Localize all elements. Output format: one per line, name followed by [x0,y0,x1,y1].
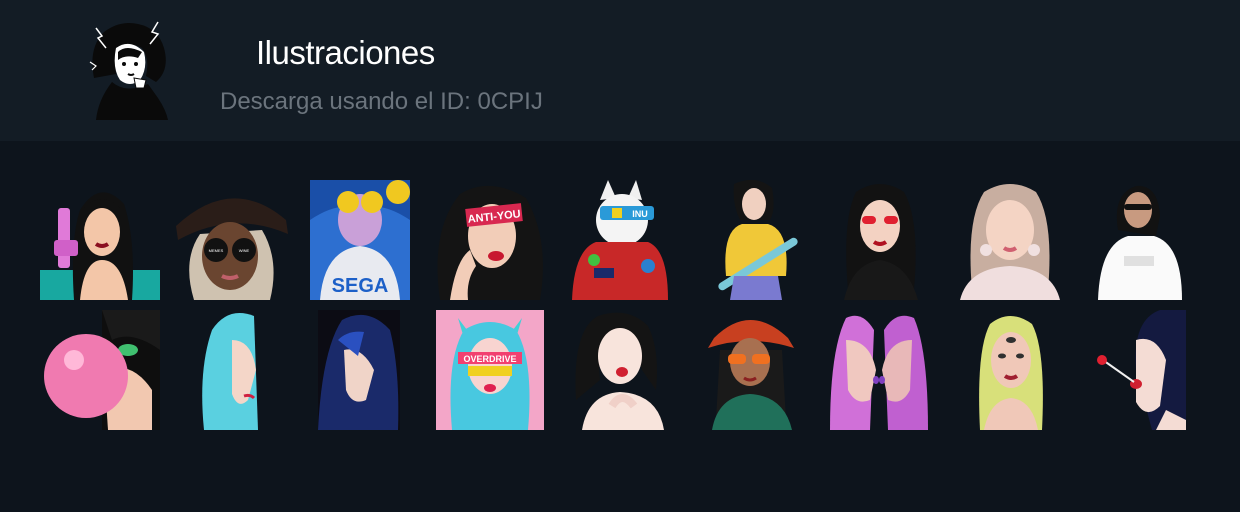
girl-overdrive-cat-ears-sticker[interactable]: OVERDRIVE [436,310,544,430]
sega-text: SEGA [332,275,389,297]
girl-blowing-kiss-sticker[interactable] [572,310,668,430]
girl-lollipop-sticker[interactable] [1096,310,1186,430]
svg-text:MEMES: MEMES [209,248,224,253]
pack-header: Ilustraciones Descarga usando el ID: 0CP… [0,0,1240,141]
svg-text:WINE: WINE [239,248,250,253]
inu-text: INU [632,209,648,219]
girl-freckles-sticker[interactable] [960,180,1060,300]
girl-anti-you-headband-sticker[interactable]: ANTI-YOU [430,180,550,300]
girl-bucket-hat-braids-sticker[interactable] [704,310,798,430]
girl-with-pink-gun-sticker[interactable] [40,180,160,300]
overdrive-text: OVERDRIVE [463,354,516,364]
girl-blue-hair-profile-sticker[interactable] [198,310,262,430]
girl-with-bat-sticker[interactable] [706,180,806,300]
two-girls-kissing-sticker[interactable] [830,310,928,430]
shiba-inu-jacket-sticker[interactable]: INU [570,180,670,300]
girl-dark-blue-hair-sticker[interactable] [318,310,400,430]
girl-red-sunglasses-sticker[interactable] [838,180,924,300]
pack-title: Ilustraciones [256,34,435,71]
girl-bubblegum-sticker[interactable] [42,310,160,430]
girl-with-hat-and-sunglasses-sticker[interactable]: MEMES WINE [172,180,290,300]
girl-white-tshirt-sticker[interactable] [1096,180,1184,300]
pack-avatar-icon[interactable] [86,18,174,120]
girl-third-eye-sticker[interactable] [976,310,1046,430]
pack-download-id: Descarga usando el ID: 0CPIJ [220,88,543,115]
girl-sega-shirt-sticker[interactable]: SEGA [310,180,410,300]
